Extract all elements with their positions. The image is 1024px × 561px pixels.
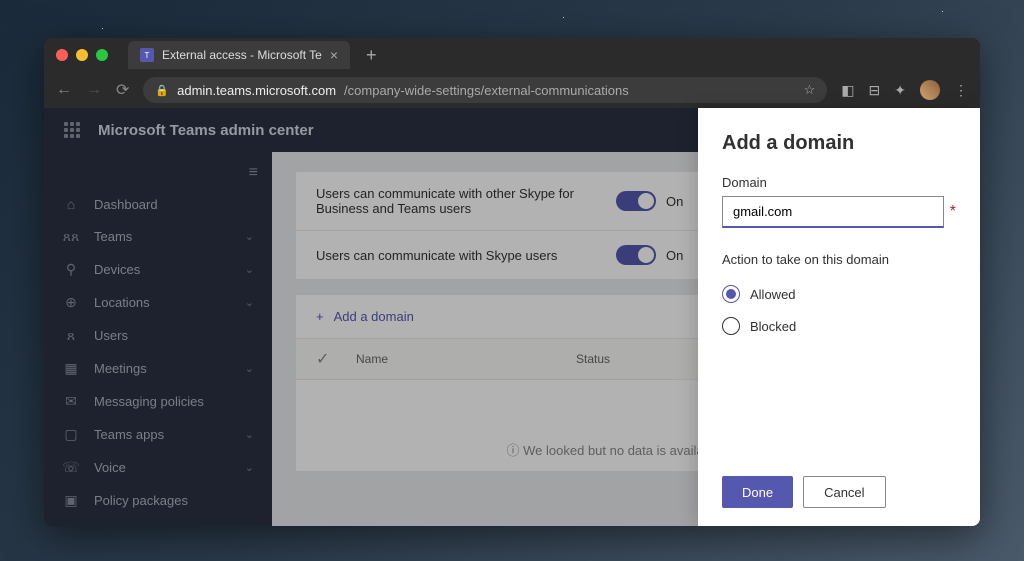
minimize-window-button[interactable] — [76, 49, 88, 61]
bookmark-icon[interactable]: ☆ — [804, 82, 816, 98]
tab-title: External access - Microsoft Te — [162, 48, 322, 62]
profile-avatar[interactable] — [920, 80, 940, 100]
browser-tab[interactable]: T External access - Microsoft Te × — [128, 41, 350, 69]
address-bar[interactable]: 🔒 admin.teams.microsoft.com/company-wide… — [143, 77, 827, 103]
url-path: /company-wide-settings/external-communic… — [344, 83, 629, 98]
radio-label: Blocked — [750, 319, 796, 334]
add-domain-panel: Add a domain Domain * Action to take on … — [698, 108, 980, 526]
extensions-menu-icon[interactable]: ✦ — [894, 82, 906, 99]
radio-label: Allowed — [750, 287, 796, 302]
close-tab-icon[interactable]: × — [330, 47, 338, 63]
close-window-button[interactable] — [56, 49, 68, 61]
url-domain: admin.teams.microsoft.com — [177, 83, 336, 98]
lock-icon: 🔒 — [155, 84, 169, 97]
back-button[interactable]: ← — [56, 81, 72, 99]
radio-allowed[interactable]: Allowed — [722, 285, 956, 303]
forward-button[interactable]: → — [86, 81, 102, 99]
extension-icon[interactable]: ⊟ — [869, 82, 881, 99]
action-label: Action to take on this domain — [722, 252, 956, 267]
extension-icon[interactable]: ◧ — [841, 82, 854, 99]
radio-icon — [722, 317, 740, 335]
browser-tab-bar: T External access - Microsoft Te × + — [44, 38, 980, 72]
radio-blocked[interactable]: Blocked — [722, 317, 956, 335]
new-tab-button[interactable]: + — [366, 45, 377, 66]
browser-toolbar: ← → ⟳ 🔒 admin.teams.microsoft.com/compan… — [44, 72, 980, 108]
radio-icon — [722, 285, 740, 303]
required-indicator: * — [950, 203, 956, 221]
panel-title: Add a domain — [722, 132, 956, 155]
domain-field-label: Domain — [722, 175, 956, 190]
browser-window: T External access - Microsoft Te × + ← →… — [44, 38, 980, 526]
more-menu-icon[interactable]: ⋮ — [954, 82, 968, 99]
teams-favicon: T — [140, 48, 154, 62]
maximize-window-button[interactable] — [96, 49, 108, 61]
cancel-button[interactable]: Cancel — [803, 476, 885, 508]
browser-actions: ◧ ⊟ ✦ ⋮ — [841, 80, 968, 100]
traffic-lights — [56, 49, 108, 61]
domain-input[interactable] — [722, 196, 944, 228]
done-button[interactable]: Done — [722, 476, 793, 508]
reload-button[interactable]: ⟳ — [116, 80, 129, 100]
